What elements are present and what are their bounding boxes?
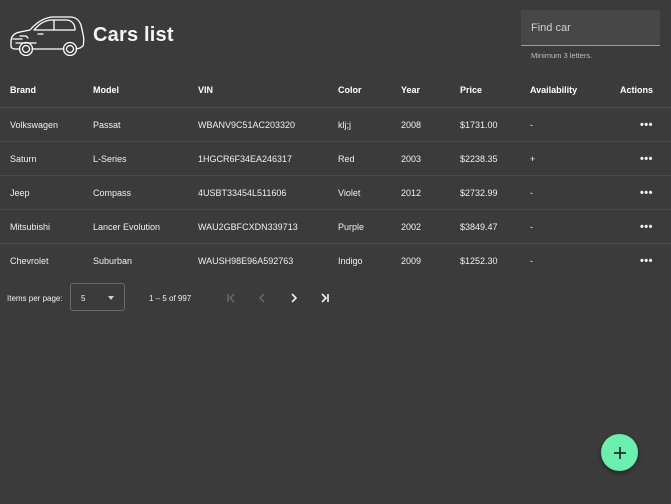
cell-brand: Chevrolet xyxy=(0,243,93,277)
column-header-vin[interactable]: VIN xyxy=(198,73,338,108)
cell-availability: - xyxy=(530,243,618,277)
cell-actions: ••• xyxy=(618,175,671,210)
cell-color: Purple xyxy=(338,209,401,244)
column-header-model[interactable]: Model xyxy=(93,73,198,108)
cell-availability: - xyxy=(530,175,618,210)
cell-color: Violet xyxy=(338,175,401,210)
cars-table: Brand Model VIN Color Year Price Availab… xyxy=(0,73,671,277)
cell-price: $1731.00 xyxy=(460,107,530,142)
column-header-price[interactable]: Price xyxy=(460,73,530,108)
search-input[interactable] xyxy=(521,10,660,45)
cell-model: Passat xyxy=(93,107,198,142)
cell-year: 2012 xyxy=(401,175,460,210)
header: Cars list Minimum 3 letters. xyxy=(0,0,671,75)
cell-actions: ••• xyxy=(618,243,671,277)
items-per-page-label: Items per page: xyxy=(7,294,63,303)
cell-availability: - xyxy=(530,107,618,142)
items-per-page-select[interactable]: 5 xyxy=(70,283,125,311)
chevron-right-icon xyxy=(291,293,298,303)
column-header-color[interactable]: Color xyxy=(338,73,401,108)
table-row: Volkswagen Passat WBANV9C51AC203320 klj;… xyxy=(0,107,671,142)
cell-color: klj;j xyxy=(338,107,401,142)
items-per-page-value: 5 xyxy=(81,294,86,303)
cell-vin: 1HGCR6F34EA246317 xyxy=(198,141,338,176)
plus-icon xyxy=(613,446,626,459)
cell-vin: WAU2GBFCXDN339713 xyxy=(198,209,338,244)
cell-actions: ••• xyxy=(618,107,671,142)
cell-price: $2238.35 xyxy=(460,141,530,176)
add-car-button[interactable] xyxy=(601,434,638,471)
cell-brand: Volkswagen xyxy=(0,107,93,142)
last-page-icon xyxy=(321,293,329,303)
column-header-brand[interactable]: Brand xyxy=(0,73,93,108)
cell-actions: ••• xyxy=(618,141,671,176)
cell-actions: ••• xyxy=(618,209,671,244)
table-row: Jeep Compass 4USBT33454L511606 Violet 20… xyxy=(0,175,671,210)
first-page-button[interactable] xyxy=(222,289,240,307)
cell-model: L-Series xyxy=(93,141,198,176)
cell-price: $1252.30 xyxy=(460,243,530,277)
table-row: Chevrolet Suburban WAUSH98E96A592763 Ind… xyxy=(0,243,671,277)
more-actions-icon[interactable]: ••• xyxy=(640,221,653,233)
cell-year: 2003 xyxy=(401,141,460,176)
column-header-actions: Actions xyxy=(619,85,653,95)
cell-model: Compass xyxy=(93,175,198,210)
search-field[interactable] xyxy=(521,10,660,46)
cell-vin: WAUSH98E96A592763 xyxy=(198,243,338,277)
cell-brand: Saturn xyxy=(0,141,93,176)
previous-page-button[interactable] xyxy=(253,289,271,307)
cell-brand: Jeep xyxy=(0,175,93,210)
first-page-icon xyxy=(227,293,235,303)
cell-year: 2008 xyxy=(401,107,460,142)
next-page-button[interactable] xyxy=(285,289,303,307)
column-header-availability[interactable]: Availability xyxy=(530,73,618,108)
cell-vin: WBANV9C51AC203320 xyxy=(198,107,338,142)
cell-year: 2009 xyxy=(401,243,460,277)
search-hint: Minimum 3 letters. xyxy=(531,51,593,60)
table-header-row: Brand Model VIN Color Year Price Availab… xyxy=(0,73,671,108)
more-actions-icon[interactable]: ••• xyxy=(640,255,653,267)
last-page-button[interactable] xyxy=(316,289,334,307)
page-title: Cars list xyxy=(93,24,174,46)
table-row: Saturn L-Series 1HGCR6F34EA246317 Red 20… xyxy=(0,141,671,176)
more-actions-icon[interactable]: ••• xyxy=(640,119,653,131)
cell-model: Suburban xyxy=(93,243,198,277)
cell-color: Red xyxy=(338,141,401,176)
cell-year: 2002 xyxy=(401,209,460,244)
cell-price: $3849.47 xyxy=(460,209,530,244)
column-header-year[interactable]: Year xyxy=(401,73,460,108)
cell-availability: - xyxy=(530,209,618,244)
cell-availability: + xyxy=(530,141,618,176)
car-icon xyxy=(10,16,85,57)
cell-price: $2732.99 xyxy=(460,175,530,210)
page-range-label: 1 – 5 of 997 xyxy=(149,294,192,303)
more-actions-icon[interactable]: ••• xyxy=(640,187,653,199)
more-actions-icon[interactable]: ••• xyxy=(640,153,653,165)
paginator: Items per page: 5 1 – 5 of 997 xyxy=(0,283,671,313)
cell-color: Indigo xyxy=(338,243,401,277)
cell-brand: Mitsubishi xyxy=(0,209,93,244)
cell-vin: 4USBT33454L511606 xyxy=(198,175,338,210)
chevron-left-icon xyxy=(259,293,265,303)
dropdown-arrow-icon xyxy=(108,296,114,300)
cell-model: Lancer Evolution xyxy=(93,209,198,244)
table-row: Mitsubishi Lancer Evolution WAU2GBFCXDN3… xyxy=(0,209,671,244)
